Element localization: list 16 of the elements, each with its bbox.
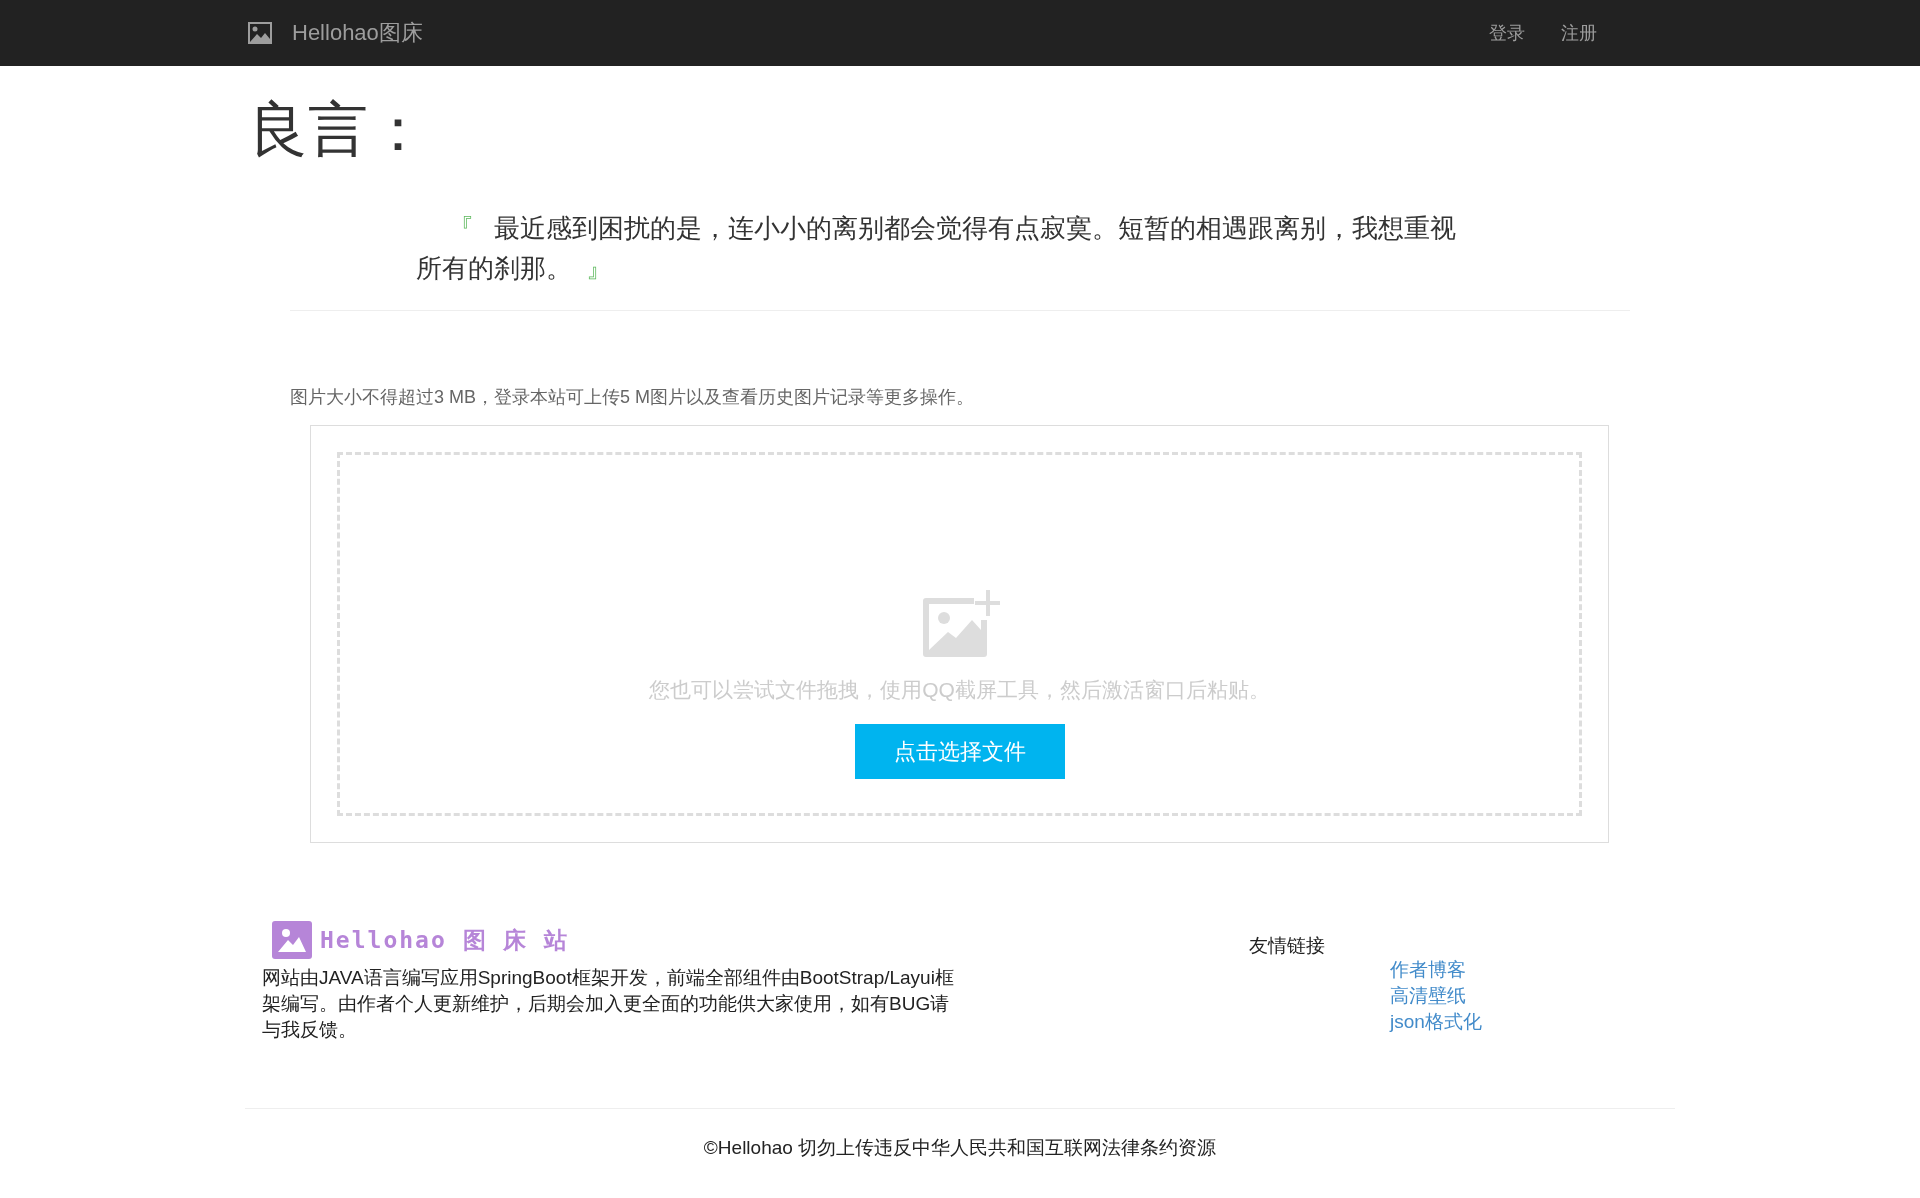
quote-text: 『 最近感到困扰的是，连小小的离别都会觉得有点寂寞。短暂的相遇跟离别，我想重视所有的刹那。 』 — [416, 212, 1457, 285]
upload-notice: 图片大小不得超过3 MB，登录本站可上传5 M图片以及查看历史图片记录等更多操作。 — [290, 386, 976, 409]
picture-icon — [248, 22, 272, 44]
brand-link[interactable]: Hellohao图床 — [245, 18, 423, 48]
logo-text: Hellohao 图 床 站 — [320, 925, 570, 955]
friend-link[interactable]: json格式化 — [1390, 1009, 1675, 1035]
page-heading: 良言： — [248, 95, 429, 165]
nav-link[interactable]: 注册 — [1561, 21, 1597, 45]
copyright-text: ©Hellohao 切勿上传违反中华人民共和国互联网法律条约资源 — [702, 1136, 1218, 1160]
choose-file-button[interactable]: 点击选择文件 — [854, 724, 1065, 779]
friend-link[interactable]: 高清壁纸 — [1390, 983, 1675, 1009]
nav-link[interactable]: 登录 — [1489, 21, 1525, 45]
links-title: 友情链接 — [1249, 934, 1326, 958]
logo-icon — [272, 921, 312, 959]
friend-link[interactable]: 作者博客 — [1390, 957, 1675, 983]
site-description: 网站由JAVA语言编写应用SpringBoot框架开发，前端全部组件由BootStrap/Layui框架编写。由作者个人更新维护，后期会加入更全面的功能供大家使用，如有BUG请与我反馈。 — [262, 966, 955, 1042]
